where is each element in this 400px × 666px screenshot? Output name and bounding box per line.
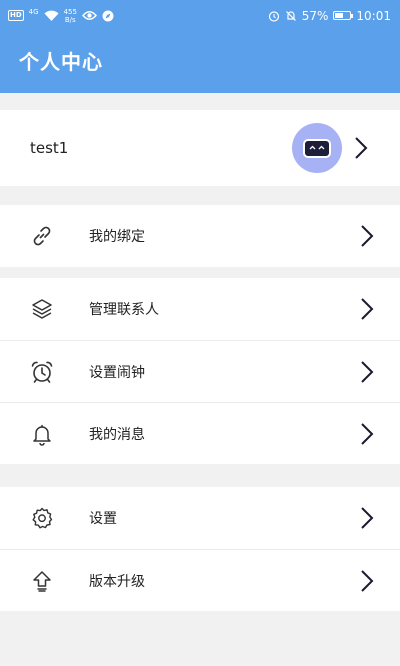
menu-item-settings-label: 设置 <box>89 511 117 527</box>
gear-icon <box>29 505 55 531</box>
page-title: 个人中心 <box>19 50 103 74</box>
link-icon <box>29 223 55 249</box>
status-bar: HD 4G 455 B/s 57% 10:01 <box>0 0 400 31</box>
menu-item-upgrade[interactable]: 版本升级 <box>0 549 400 611</box>
username: test1 <box>30 139 69 157</box>
eye-icon <box>82 11 97 20</box>
chevron-right-icon <box>355 137 368 159</box>
system-section: 设置 版本升级 <box>0 487 400 611</box>
menu-item-contacts-label: 管理联系人 <box>89 302 159 318</box>
battery-level <box>335 13 344 18</box>
profile-section: test1 <box>0 110 400 186</box>
hd-badge: HD <box>8 10 24 21</box>
avatar[interactable] <box>292 123 342 173</box>
menu-item-contacts[interactable]: 管理联系人 <box>0 278 400 340</box>
network-speed: 455 B/s <box>64 8 77 24</box>
menu-item-messages-label: 我的消息 <box>89 426 145 443</box>
signal-label: 4G <box>28 7 39 16</box>
alarm-clock-icon <box>29 359 55 385</box>
compass-icon <box>102 10 114 21</box>
chevron-right-icon <box>361 360 374 383</box>
chevron-right-icon <box>361 225 374 247</box>
battery-icon <box>333 11 354 20</box>
profile-row[interactable]: test1 <box>0 110 400 186</box>
battery-percent: 57% <box>301 8 329 23</box>
network-speed-value: 455 <box>63 7 77 16</box>
bell-icon <box>29 421 55 447</box>
chevron-right-icon <box>361 569 374 592</box>
clock: 10:01 <box>356 8 391 23</box>
mute-icon <box>285 10 296 21</box>
features-section: 管理联系人 设置闹钟 我的消息 <box>0 278 400 464</box>
layers-icon <box>29 296 55 322</box>
menu-item-messages[interactable]: 我的消息 <box>0 402 400 464</box>
robot-face-icon <box>303 138 331 158</box>
chevron-right-icon <box>361 298 374 320</box>
network-speed-unit: B/s <box>64 15 76 24</box>
chevron-right-icon <box>361 422 374 445</box>
bind-section: 我的绑定 <box>0 205 400 267</box>
upload-arrow-icon <box>29 568 55 594</box>
app-header: HD 4G 455 B/s 57% 10:01 个人中心 <box>0 0 400 93</box>
menu-item-bind-label: 我的绑定 <box>89 229 145 245</box>
menu-item-settings[interactable]: 设置 <box>0 487 400 549</box>
menu-item-alarm-label: 设置闹钟 <box>89 364 145 381</box>
alarm-status-icon <box>268 10 279 22</box>
menu-item-alarm[interactable]: 设置闹钟 <box>0 340 400 402</box>
wifi-icon <box>44 10 59 21</box>
menu-item-bind[interactable]: 我的绑定 <box>0 205 400 267</box>
menu-item-upgrade-label: 版本升级 <box>89 573 145 590</box>
chevron-right-icon <box>361 507 374 529</box>
